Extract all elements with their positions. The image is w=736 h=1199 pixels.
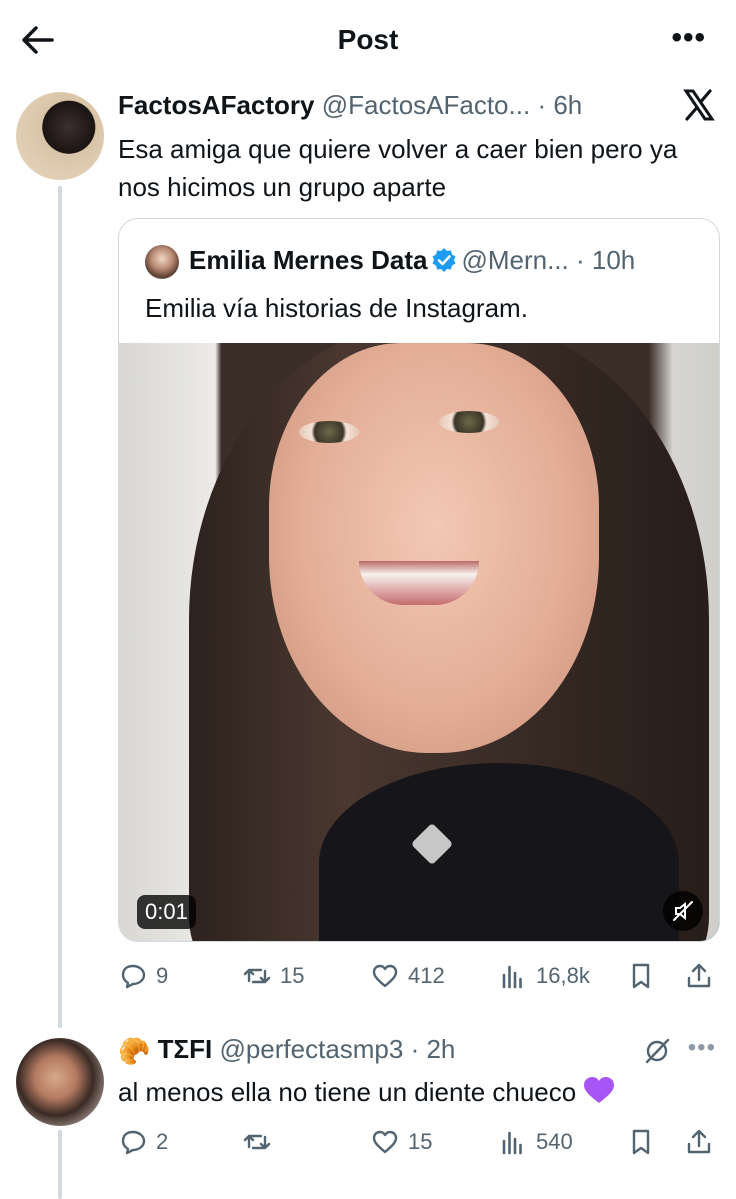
reply-count: 2 [156,1129,169,1154]
top-bar: Post ••• [0,0,736,82]
author-name[interactable]: FactosAFactory [118,90,315,120]
views-count: 540 [536,1129,573,1154]
reply-actions: 2 15 540 [118,1122,720,1162]
bookmark-icon [632,963,650,989]
reply-count: 9 [156,963,169,988]
video-time-badge: 0:01 [137,895,196,929]
views-button[interactable]: 540 [498,1122,573,1162]
share-button[interactable] [684,956,714,996]
page-title: Post [337,24,399,55]
analytics-icon [502,965,522,989]
video-frame-eye [299,421,359,443]
quoted-header: Emilia Mernes Data @Mern... · 10h [189,245,635,276]
reply-icon [121,1130,146,1155]
avatar[interactable] [16,92,104,180]
purple-heart-icon [582,1075,616,1114]
video-frame-face [269,343,599,753]
croissant-emoji: 🥐 [118,1036,151,1066]
repost-icon [243,1134,271,1150]
video-player[interactable]: 0:01 [119,343,719,941]
quoted-post[interactable]: Emilia Mernes Data @Mern... · 10h Emilia … [118,218,720,942]
reply-author-handle[interactable]: @perfectasmp3 [219,1034,403,1064]
reply-avatar[interactable] [16,1038,104,1126]
analytics-icon [502,1131,522,1155]
author-handle[interactable]: @FactosAFacto... [322,90,530,120]
views-count: 16,8k [536,963,590,988]
like-button[interactable]: 15 [370,1122,432,1162]
reply-button[interactable]: 2 [118,1122,168,1162]
reply-button[interactable]: 9 [118,956,168,996]
reply-header: 🥐 TΣFI @perfectasmp3 · 2h [118,1034,455,1067]
reply-time[interactable]: · 2h [411,1034,456,1064]
repost-button[interactable]: 15 [242,956,304,996]
reply-icon [121,964,146,989]
repost-count: 15 [280,963,305,988]
reply-author-name[interactable]: TΣFI [158,1034,213,1064]
verified-badge-icon [431,247,457,273]
quoted-author-name: Emilia Mernes Data [189,245,428,275]
bookmark-button[interactable] [626,956,656,996]
quoted-post-text: Emilia vía historias de Instagram. [145,293,528,323]
more-options-icon[interactable]: ••• [671,23,706,53]
heart-icon [372,1130,398,1154]
like-count: 15 [408,1129,433,1154]
share-icon [687,1129,711,1154]
reply-text-line: al menos ella no tiene un diente chueco [118,1074,616,1114]
post-actions: 9 15 412 16,8k [118,956,720,996]
share-icon [687,963,711,988]
reply-text: al menos ella no tiene un diente chueco [118,1077,577,1107]
quoted-post-time: · 10h [575,245,636,275]
repost-button[interactable] [242,1122,280,1162]
like-button[interactable]: 412 [370,956,445,996]
mute-icon[interactable] [663,891,703,931]
views-button[interactable]: 16,8k [498,956,590,996]
bookmark-icon [632,1129,650,1155]
video-frame-eye [439,411,499,433]
thread-line [58,186,62,1028]
x-logo-icon [682,88,716,122]
grok-icon[interactable] [642,1036,672,1066]
quoted-avatar [145,245,179,279]
repost-icon [243,968,271,984]
quoted-author-handle: @Mern... [461,245,569,275]
thread-line [58,1130,62,1199]
share-button[interactable] [684,1122,714,1162]
reply-more-icon[interactable]: ••• [688,1036,716,1060]
heart-icon [372,964,398,988]
post-text: Esa amiga que quiere volver a caer bien … [118,134,678,202]
post-header: FactosAFactory @FactosAFacto... · 6h [118,90,582,121]
bookmark-button[interactable] [626,1122,656,1162]
like-count: 412 [408,963,445,988]
post-time[interactable]: · 6h [537,90,582,120]
